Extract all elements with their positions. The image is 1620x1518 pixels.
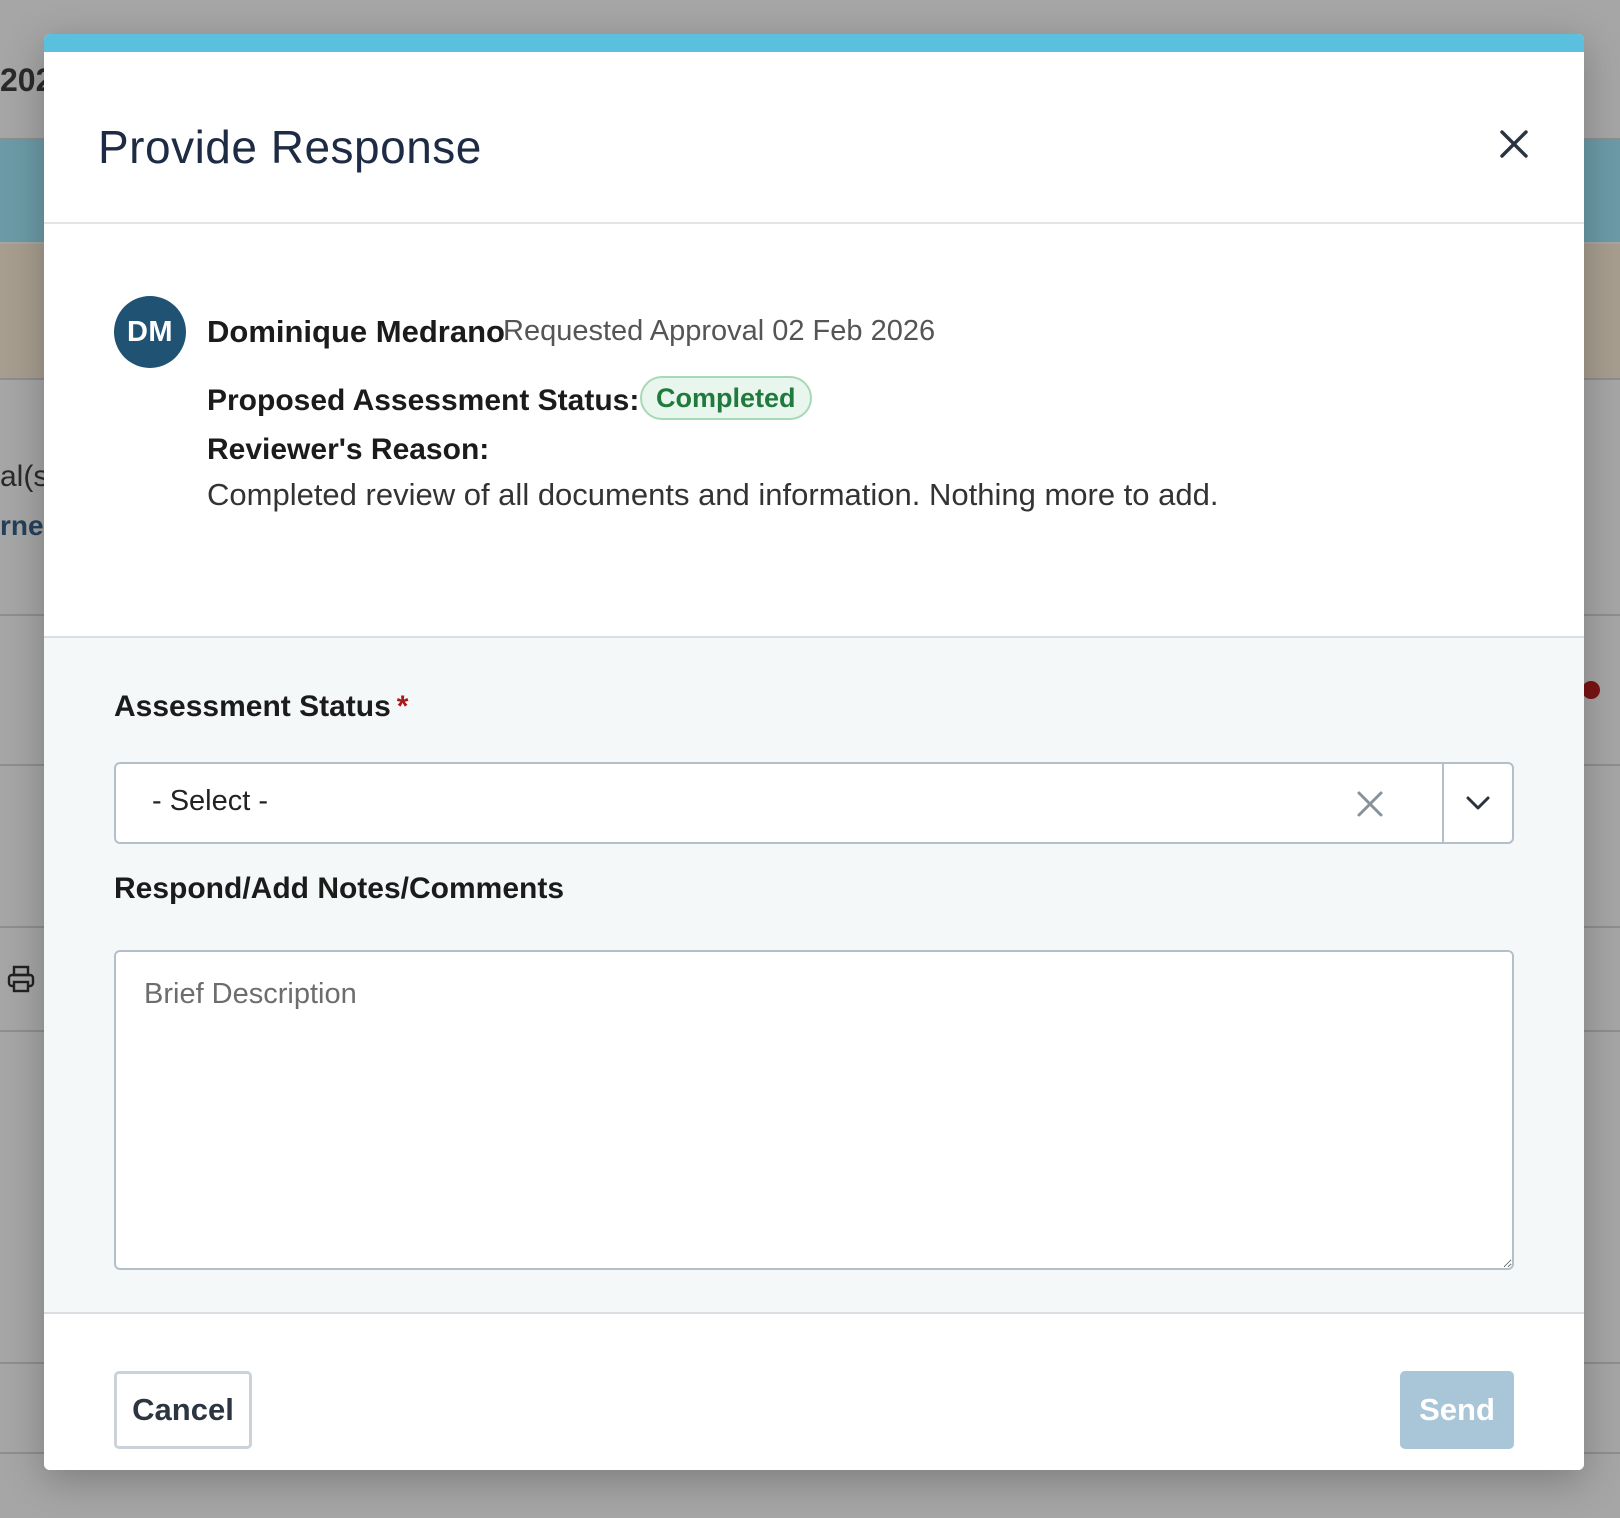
notes-label: Respond/Add Notes/Comments xyxy=(114,872,565,905)
requester-name: Dominique Medrano xyxy=(207,314,505,349)
provide-response-modal: Provide Response DM Dominique Medrano Re… xyxy=(44,34,1584,1470)
printer-icon xyxy=(7,965,35,993)
cancel-button[interactable]: Cancel xyxy=(114,1371,252,1449)
close-icon xyxy=(1500,130,1528,158)
close-button[interactable] xyxy=(1490,120,1538,168)
background-indicator-dot xyxy=(1582,681,1600,699)
clear-selection-button[interactable] xyxy=(1348,782,1392,826)
request-details: DM Dominique Medrano Requested Approval … xyxy=(44,224,1584,636)
status-badge: Completed xyxy=(640,376,812,420)
response-form: Assessment Status * - Select - Respond/Ad… xyxy=(44,636,1584,1314)
modal-header: Provide Response xyxy=(44,52,1584,224)
modal-title: Provide Response xyxy=(98,121,482,173)
notes-textarea[interactable] xyxy=(114,950,1514,1270)
assessment-status-select[interactable]: - Select - xyxy=(114,762,1514,844)
chevron-down-icon xyxy=(1466,796,1490,810)
reviewer-reason-label: Reviewer's Reason: xyxy=(207,433,490,466)
request-meta: Requested Approval 02 Feb 2026 xyxy=(503,315,936,347)
dropdown-toggle-button[interactable] xyxy=(1444,764,1512,842)
required-marker: * xyxy=(396,690,409,723)
clear-icon xyxy=(1357,791,1383,817)
background-link-fragment: rne xyxy=(0,510,44,541)
send-button[interactable]: Send xyxy=(1400,1371,1514,1449)
modal-accent-bar xyxy=(44,34,1584,52)
assessment-status-label: Assessment Status * xyxy=(114,692,408,722)
assessment-status-label-text: Assessment Status xyxy=(114,690,391,723)
proposed-status-label: Proposed Assessment Status: xyxy=(207,384,640,417)
assessment-status-value: - Select - xyxy=(152,785,269,817)
avatar: DM xyxy=(114,296,186,368)
reviewer-reason-text: Completed review of all documents and in… xyxy=(207,477,1219,512)
modal-footer: Cancel Send xyxy=(44,1314,1584,1470)
